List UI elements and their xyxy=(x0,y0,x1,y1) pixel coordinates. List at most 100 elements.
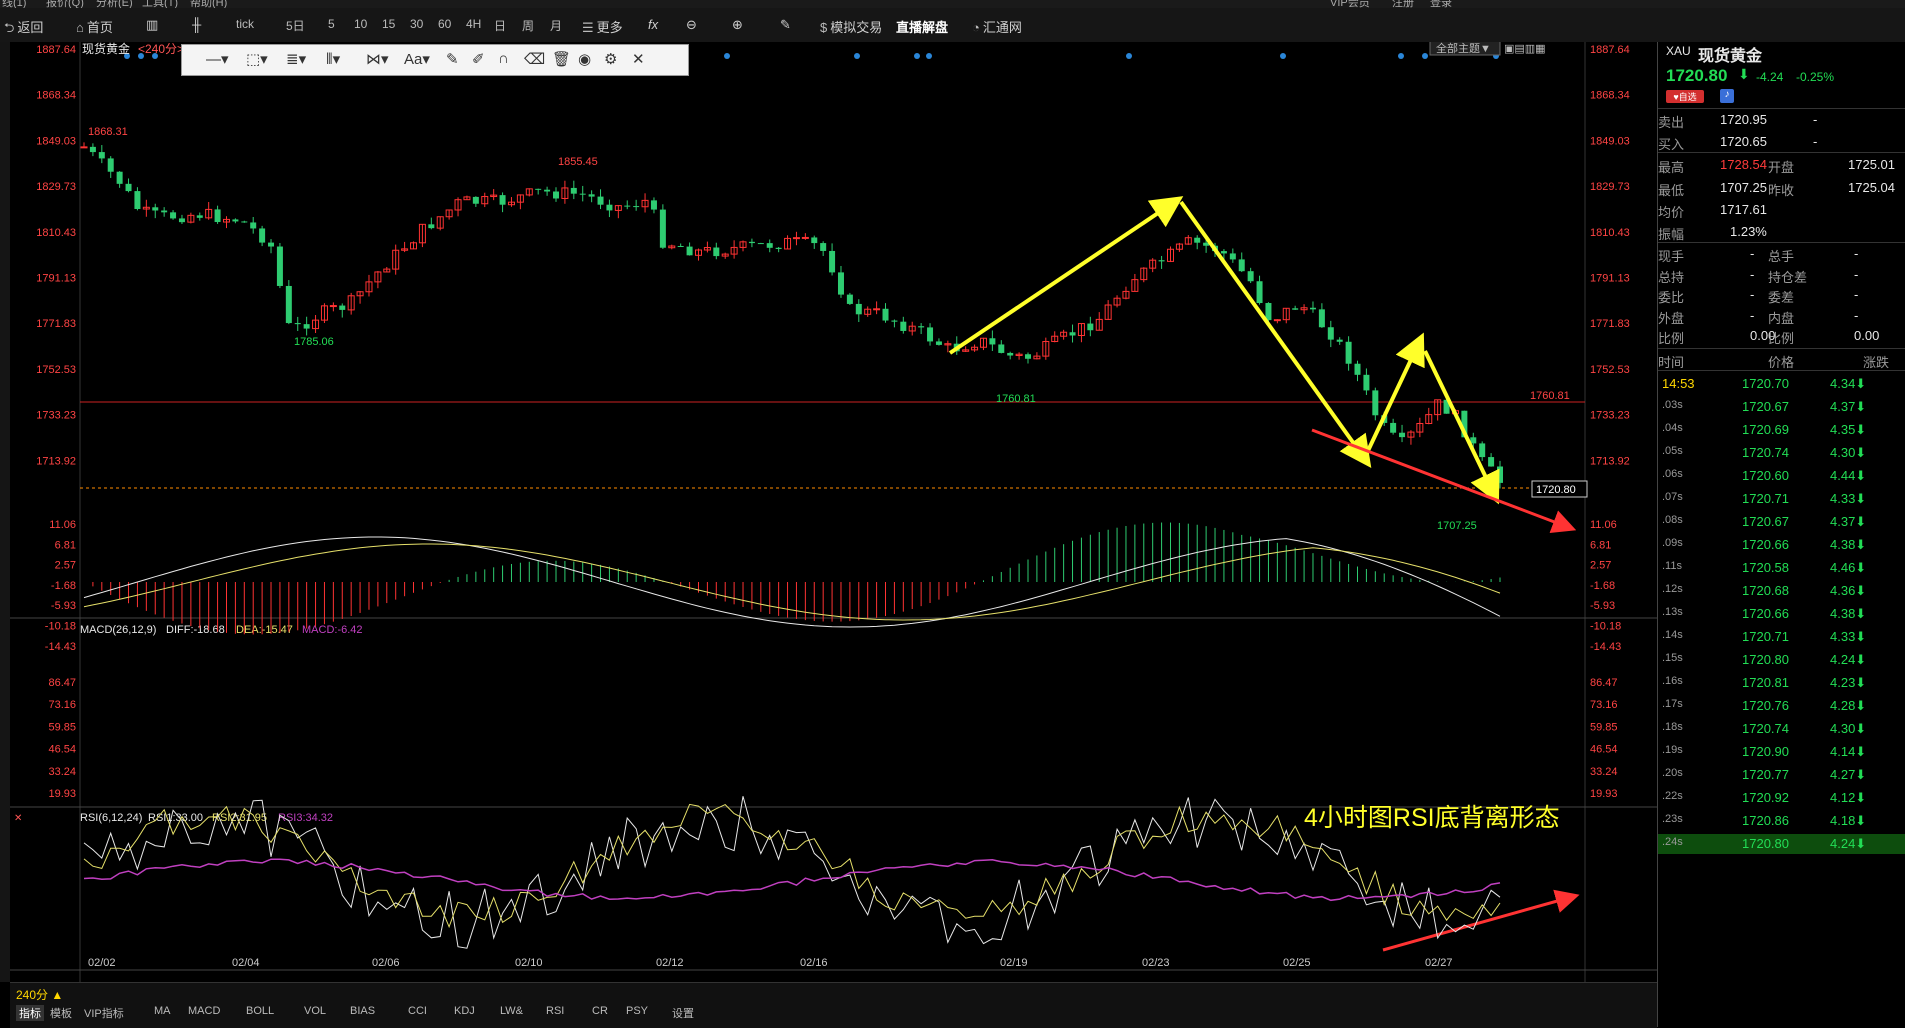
period-15[interactable]: 15 xyxy=(382,17,395,31)
live-button[interactable]: 直播解盘 xyxy=(896,17,948,36)
event-dot[interactable] xyxy=(926,53,932,59)
candle-icon[interactable]: ╫ xyxy=(192,17,201,32)
pattern-tool-icon[interactable]: ⋈▾ xyxy=(366,50,389,68)
home-button[interactable]: ⌂ 首页 xyxy=(76,17,113,36)
magnet-icon[interactable]: ∩ xyxy=(498,50,509,67)
zoom-in-icon[interactable]: ⊕ xyxy=(732,17,743,33)
channel-tool-icon[interactable]: ≣▾ xyxy=(286,50,306,68)
zoom-out-icon[interactable]: ⊖ xyxy=(686,17,697,33)
tick-row[interactable]: .13s 1720.66 4.38⬇ xyxy=(1658,604,1905,624)
tick-row[interactable]: .22s 1720.92 4.12⬇ xyxy=(1658,788,1905,808)
bell-icon[interactable]: ♪ xyxy=(1720,89,1734,103)
rsi-left-tick: 73.16 xyxy=(48,699,76,711)
event-dot[interactable] xyxy=(1398,53,1404,59)
tick-row[interactable]: .03s 1720.67 4.37⬇ xyxy=(1658,397,1905,417)
period-4h[interactable]: 4H xyxy=(466,17,481,31)
ruler-icon[interactable]: ✎ xyxy=(446,50,459,68)
tick-row[interactable]: .18s 1720.74 4.30⬇ xyxy=(1658,719,1905,739)
tick-row[interactable]: .24s 1720.80 4.24⬇ xyxy=(1658,834,1905,854)
fib-tool-icon[interactable]: ⦀▾ xyxy=(326,50,340,68)
indicator-tab[interactable]: RSI xyxy=(546,1005,564,1017)
eraser-icon[interactable]: ⌫ xyxy=(524,50,545,68)
pencil-icon[interactable]: ✎ xyxy=(780,17,791,33)
text-tool-icon[interactable]: Aa▾ xyxy=(404,50,430,68)
period-selector[interactable]: 240分 ▲ xyxy=(16,986,63,1003)
indicator-tab[interactable]: 指标 xyxy=(16,1005,44,1021)
period-week[interactable]: 周 xyxy=(522,17,534,34)
indicator-tab[interactable]: BOLL xyxy=(246,1005,274,1017)
rect-tool-icon[interactable]: ⬚▾ xyxy=(246,50,268,68)
price-right-tick: 1849.03 xyxy=(1590,135,1630,147)
window-buttons-icon[interactable]: ▣▤▥▦ xyxy=(1504,43,1546,55)
period-5[interactable]: 5 xyxy=(328,17,335,31)
period-30[interactable]: 30 xyxy=(410,17,423,31)
event-dot[interactable] xyxy=(854,53,860,59)
tick-row[interactable]: .20s 1720.77 4.27⬇ xyxy=(1658,765,1905,785)
tick-row[interactable]: .11s 1720.58 4.46⬇ xyxy=(1658,558,1905,578)
rsi-close-icon[interactable]: ✕ xyxy=(14,813,22,824)
quote-name: 现货黄金 xyxy=(1698,48,1763,65)
period-month[interactable]: 月 xyxy=(550,17,562,34)
period-60[interactable]: 60 xyxy=(438,17,451,31)
line-tool-icon[interactable]: —▾ xyxy=(206,50,229,68)
event-dot[interactable] xyxy=(724,53,730,59)
candle-body xyxy=(1309,307,1316,310)
close-icon[interactable]: ✕ xyxy=(632,50,645,68)
indicator-tab[interactable]: VIP指标 xyxy=(84,1005,124,1021)
event-dot[interactable] xyxy=(1126,53,1132,59)
event-dot[interactable] xyxy=(1422,53,1428,59)
brush-icon[interactable]: ✐ xyxy=(472,50,485,68)
tick-row[interactable]: .07s 1720.71 4.33⬇ xyxy=(1658,489,1905,509)
sim-trade-button[interactable]: $ 模拟交易 xyxy=(820,17,882,36)
indicator-tab[interactable]: 设置 xyxy=(672,1005,694,1021)
indicator-tab[interactable]: KDJ xyxy=(454,1005,475,1017)
eye-icon[interactable]: ◉ xyxy=(578,50,591,68)
kline-chart[interactable]: 现货黄金 <240分> 全部主题▼ ▣▤▥▦ 1887.64 1868.34 184… xyxy=(0,42,1657,982)
indicator-tab[interactable]: LW& xyxy=(500,1005,523,1017)
tick-row[interactable]: .06s 1720.60 4.44⬇ xyxy=(1658,466,1905,486)
tick-row[interactable]: .15s 1720.80 4.24⬇ xyxy=(1658,650,1905,670)
fav-button[interactable]: ♥自选 xyxy=(1666,90,1704,103)
candle-body xyxy=(1194,237,1201,243)
gear-icon[interactable]: ⚙ xyxy=(604,50,617,68)
indicator-tab[interactable]: PSY xyxy=(626,1005,648,1017)
tick-row[interactable]: .04s 1720.69 4.35⬇ xyxy=(1658,420,1905,440)
indicator-tab[interactable]: CR xyxy=(592,1005,608,1017)
stat-label-2: 总手 xyxy=(1768,249,1795,264)
date-label: 02/12 xyxy=(656,957,684,969)
indicator-tab[interactable]: BIAS xyxy=(350,1005,375,1017)
event-dot[interactable] xyxy=(1280,53,1286,59)
period-10[interactable]: 10 xyxy=(354,17,367,31)
trash-icon[interactable]: 🗑 xyxy=(552,50,571,68)
theme-button[interactable]: 全部主题▼ xyxy=(1436,42,1491,55)
tick-row[interactable]: .14s 1720.71 4.33⬇ xyxy=(1658,627,1905,647)
candle-body xyxy=(1007,352,1014,356)
tick-row[interactable]: .08s 1720.67 4.37⬇ xyxy=(1658,512,1905,532)
event-dot[interactable] xyxy=(914,53,920,59)
chart-bar-icon[interactable]: ▥ xyxy=(146,17,158,33)
tick-row[interactable]: .09s 1720.66 4.38⬇ xyxy=(1658,535,1905,555)
formula-icon[interactable]: fx xyxy=(648,17,658,32)
more-button[interactable]: ☰ 更多 xyxy=(582,17,623,36)
tick-row[interactable]: .12s 1720.68 4.36⬇ xyxy=(1658,581,1905,601)
tick-row[interactable]: .17s 1720.76 4.28⬇ xyxy=(1658,696,1905,716)
tick-row[interactable]: .16s 1720.81 4.23⬇ xyxy=(1658,673,1905,693)
indicator-tab[interactable]: 模板 xyxy=(50,1005,72,1021)
back-button[interactable]: ⮌ 返回 xyxy=(4,17,43,41)
tick-row[interactable]: .19s 1720.90 4.14⬇ xyxy=(1658,742,1905,762)
period-5day[interactable]: 5日 xyxy=(286,17,305,34)
huitong-button[interactable]: ◔ 汇通网 xyxy=(972,17,1022,36)
tick-row[interactable]: 14:53 1720.70 4.34⬇ xyxy=(1658,374,1905,394)
period-tick[interactable]: tick xyxy=(236,17,254,31)
candle-body xyxy=(1399,432,1406,438)
candle-body xyxy=(686,246,693,256)
indicator-tab[interactable]: VOL xyxy=(304,1005,326,1017)
date-label: 02/04 xyxy=(232,957,260,969)
tick-row[interactable]: .05s 1720.74 4.30⬇ xyxy=(1658,443,1905,463)
indicator-tab[interactable]: CCI xyxy=(408,1005,427,1017)
indicator-tab[interactable]: MA xyxy=(154,1005,171,1017)
indicator-tab[interactable]: MACD xyxy=(188,1005,220,1017)
price-left-tick: 1791.13 xyxy=(36,273,76,285)
period-day[interactable]: 日 xyxy=(494,17,506,34)
tick-row[interactable]: .23s 1720.86 4.18⬇ xyxy=(1658,811,1905,831)
